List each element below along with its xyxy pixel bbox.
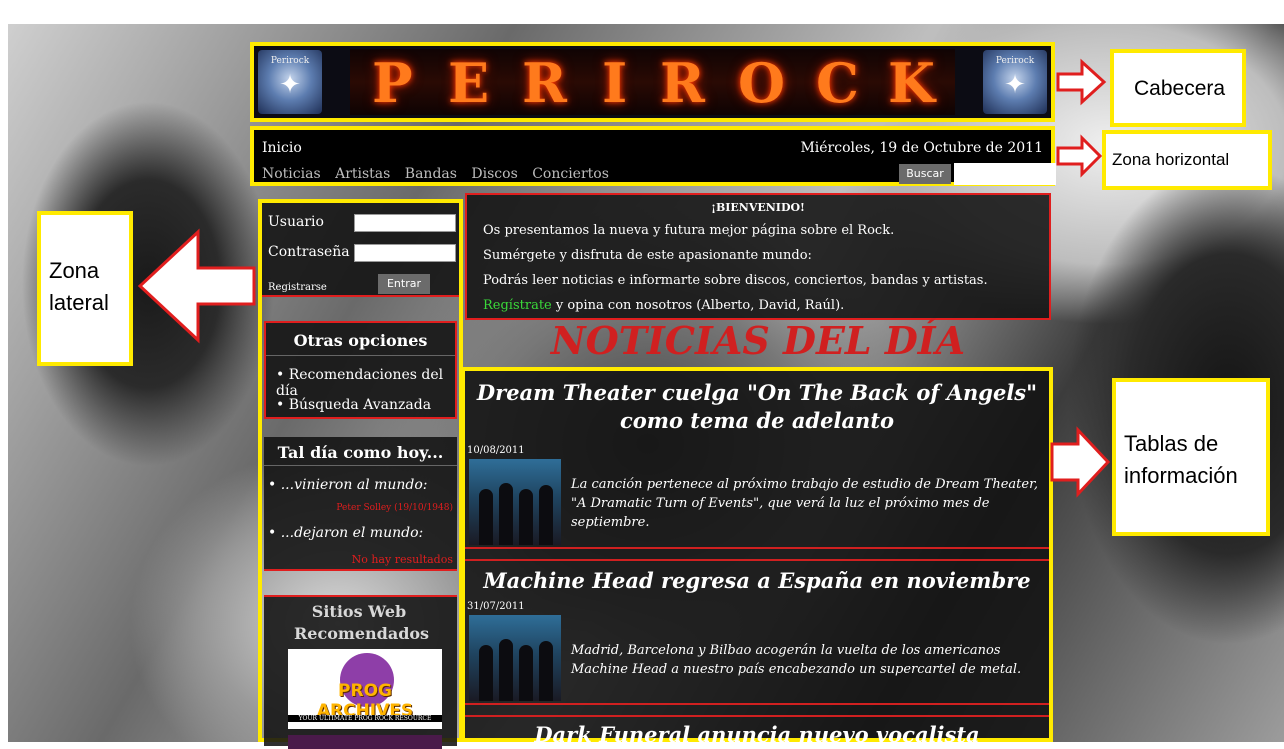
news-divider bbox=[465, 547, 1049, 561]
sites-title: Sitios Web Recomendados bbox=[294, 602, 430, 643]
user-input[interactable] bbox=[354, 214, 456, 232]
banner-letter: O bbox=[738, 51, 786, 115]
annotation-cabecera: Cabecera bbox=[1110, 49, 1246, 127]
register-link[interactable]: Regístrate bbox=[483, 298, 552, 313]
nav-item-artistas[interactable]: Artistas bbox=[335, 166, 390, 182]
password-input[interactable] bbox=[354, 244, 456, 262]
welcome-box: ¡BIENVENIDO! Os presentamos la nueva y f… bbox=[465, 193, 1051, 320]
news-title[interactable]: Machine Head regresa a España en noviemb… bbox=[465, 567, 1049, 595]
news-list: Dream Theater cuelga "On The Back of Ang… bbox=[461, 367, 1053, 747]
born-label: • ...vinieron al mundo: bbox=[268, 477, 428, 493]
news-summary: La canción pertenece al próximo trabajo … bbox=[571, 477, 1038, 530]
this-day-title: Tal día como hoy... bbox=[277, 443, 444, 462]
search-button[interactable]: Buscar bbox=[899, 164, 951, 184]
login-button[interactable]: Entrar bbox=[378, 274, 430, 294]
logo-left[interactable]: Perirock ✦ bbox=[258, 50, 322, 114]
option-item[interactable]: • Búsqueda Avanzada bbox=[276, 397, 431, 413]
nav-item-conciertos[interactable]: Conciertos bbox=[532, 166, 609, 182]
option-label: Recomendaciones del día bbox=[276, 367, 444, 399]
born-result-link[interactable]: Peter Solley (19/10/1948) bbox=[336, 503, 453, 513]
news-photo[interactable] bbox=[469, 459, 561, 545]
sidebar: Usuario Contraseña Registrarse Entrar Ot… bbox=[258, 199, 463, 749]
progarchives-banner[interactable]: PROG ARCHIVES YOUR ULTIMATE PROG ROCK RE… bbox=[288, 649, 442, 729]
password-label: Contraseña bbox=[268, 244, 350, 260]
annotation-label: Tablas de información bbox=[1124, 431, 1238, 488]
site-header: Perirock ✦ P E R I R O C K Perirock ✦ bbox=[250, 42, 1055, 122]
welcome-line: Podrás leer noticias e informarte sobre … bbox=[483, 273, 988, 288]
title-banner: P E R I R O C K bbox=[350, 49, 955, 115]
news-date: 31/07/2011 bbox=[467, 601, 525, 612]
options-title: Otras opciones bbox=[293, 331, 428, 350]
nav-item-bandas[interactable]: Bandas bbox=[405, 166, 457, 182]
banner-letter: P bbox=[372, 51, 413, 115]
banner-letter: K bbox=[888, 51, 935, 115]
search-input[interactable] bbox=[954, 163, 1056, 185]
logo-right[interactable]: Perirock ✦ bbox=[983, 50, 1047, 114]
news-title[interactable]: Dark Funeral anuncia nuevo vocalista bbox=[465, 721, 1049, 749]
nav-item-noticias[interactable]: Noticias bbox=[262, 166, 321, 182]
news-summary: Madrid, Barcelona y Bilbao acogerán la v… bbox=[571, 643, 1022, 677]
welcome-line: Sumérgete y disfruta de este apasionante… bbox=[483, 248, 812, 263]
nav-item-discos[interactable]: Discos bbox=[471, 166, 517, 182]
welcome-line: Regístrate y opina con nosotros (Alberto… bbox=[483, 298, 844, 313]
logo-text: Perirock bbox=[270, 56, 310, 66]
guitar-wings-icon: ✦ bbox=[279, 70, 301, 100]
annotation-zona-lateral: Zona lateral bbox=[37, 211, 133, 366]
top-nav: Inicio Miércoles, 19 de Octubre de 2011 … bbox=[250, 126, 1056, 186]
news-photo[interactable] bbox=[469, 615, 561, 701]
annotation-tablas: Tablas de información bbox=[1112, 378, 1270, 536]
sites-panel: Sitios Web Recomendados PROG ARCHIVES YO… bbox=[264, 595, 457, 749]
nav-home-link[interactable]: Inicio bbox=[262, 140, 302, 156]
current-date: Miércoles, 19 de Octubre de 2011 bbox=[800, 140, 1043, 156]
banner-letter: R bbox=[522, 51, 567, 115]
this-day-panel: Tal día como hoy... • ...vinieron al mun… bbox=[264, 437, 457, 571]
born-text: ...vinieron al mundo: bbox=[280, 477, 428, 493]
news-title[interactable]: Dream Theater cuelga "On The Back of Ang… bbox=[465, 379, 1049, 435]
died-text: ...dejaron el mundo: bbox=[280, 525, 424, 541]
news-date: 10/08/2011 bbox=[467, 445, 525, 456]
annotation-zona-horizontal: Zona horizontal bbox=[1102, 130, 1272, 190]
banner-letter: C bbox=[816, 51, 859, 115]
register-link[interactable]: Registrarse bbox=[268, 282, 327, 293]
option-item[interactable]: • Recomendaciones del día bbox=[276, 367, 455, 399]
option-label: Búsqueda Avanzada bbox=[288, 397, 432, 413]
welcome-line: Os presentamos la nueva y futura mejor p… bbox=[483, 223, 895, 238]
logo-text: Perirock bbox=[995, 56, 1035, 66]
annotation-label: Zona horizontal bbox=[1112, 150, 1230, 169]
second-banner[interactable] bbox=[288, 735, 442, 749]
news-divider bbox=[465, 703, 1049, 717]
user-label: Usuario bbox=[268, 214, 324, 230]
welcome-title: ¡BIENVENIDO! bbox=[711, 201, 805, 214]
died-label: • ...dejaron el mundo: bbox=[268, 525, 424, 541]
welcome-line-rest: y opina con nosotros (Alberto, David, Ra… bbox=[551, 298, 845, 313]
options-panel: Otras opciones • Recomendaciones del día… bbox=[264, 321, 457, 419]
banner-letter: I bbox=[602, 51, 628, 115]
died-result: No hay resultados bbox=[351, 553, 453, 566]
annotation-label: Zona lateral bbox=[49, 258, 109, 315]
banner-letter: E bbox=[448, 51, 490, 115]
banner-letter: R bbox=[660, 51, 705, 115]
banner-subtext: YOUR ULTIMATE PROG ROCK RESOURCE bbox=[288, 715, 442, 722]
login-panel: Usuario Contraseña Registrarse Entrar bbox=[262, 203, 459, 297]
annotation-label: Cabecera bbox=[1134, 77, 1226, 100]
news-heading: NOTICIAS DEL DÍA bbox=[550, 318, 966, 363]
guitar-wings-icon: ✦ bbox=[1004, 70, 1026, 100]
nav-menu: Noticias Artistas Bandas Discos Conciert… bbox=[262, 166, 619, 182]
